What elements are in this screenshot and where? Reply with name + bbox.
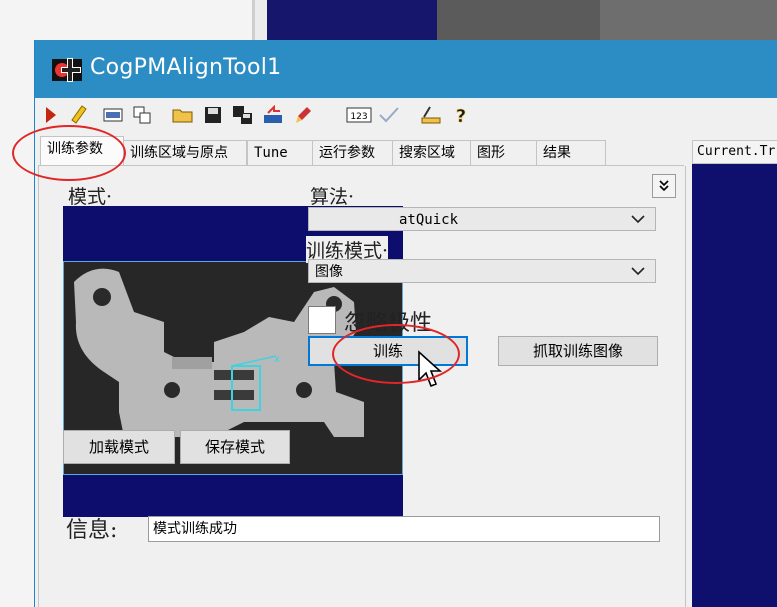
- ruler-icon[interactable]: [420, 104, 442, 126]
- algorithm-value: atQuick: [399, 212, 459, 228]
- chevron-down-icon: [631, 215, 645, 224]
- tab-results[interactable]: 结果: [536, 140, 606, 165]
- help-icon[interactable]: ?: [450, 104, 472, 126]
- svg-text:?: ?: [456, 106, 466, 126]
- tab-train-region-origin[interactable]: 训练区域与原点: [123, 140, 247, 165]
- annotation-circle-tab: [12, 125, 126, 181]
- open-folder-icon[interactable]: [172, 104, 194, 126]
- train-mode-value: 图像: [315, 264, 343, 280]
- tab-run-params[interactable]: 运行参数: [312, 140, 394, 165]
- save-icon[interactable]: [202, 104, 224, 126]
- pattern-label: 模式·: [68, 186, 113, 208]
- grab-train-image-button[interactable]: 抓取训练图像: [498, 336, 658, 366]
- background-strip: [255, 0, 267, 40]
- reset-icon[interactable]: [262, 104, 284, 126]
- run-icon[interactable]: [40, 104, 62, 126]
- algorithm-select[interactable]: atQuick: [308, 207, 656, 231]
- app-logo-icon: [52, 55, 82, 85]
- load-pattern-button[interactable]: 加载模式: [63, 430, 175, 464]
- brush-icon[interactable]: [292, 104, 314, 126]
- ignore-polarity-checkbox[interactable]: [308, 306, 336, 334]
- info-field[interactable]: 模式训练成功: [148, 516, 660, 542]
- multi-save-icon[interactable]: [232, 104, 254, 126]
- algorithm-label: 算法·: [310, 186, 355, 208]
- background-image-area: [267, 0, 437, 40]
- svg-text:x: x: [274, 354, 280, 365]
- background-gray-area-2: [600, 0, 777, 40]
- save-pattern-button[interactable]: 保存模式: [180, 430, 290, 464]
- train-mode-select[interactable]: 图像: [308, 259, 656, 283]
- layout-icon[interactable]: [102, 104, 124, 126]
- right-tab-current-train[interactable]: Current.Tr: [692, 140, 777, 164]
- tab-tune[interactable]: Tune: [247, 140, 313, 165]
- copy-icon[interactable]: [131, 104, 153, 126]
- info-label: 信息:: [66, 518, 118, 543]
- check-icon: [378, 104, 400, 126]
- right-image-display: [692, 164, 777, 607]
- edit-icon[interactable]: [68, 104, 90, 126]
- window-title: CogPMAlignTool1: [90, 55, 282, 80]
- counter-icon[interactable]: 123: [346, 104, 372, 126]
- pattern-image-bottom: [63, 475, 403, 517]
- chevron-down-icon: [631, 267, 645, 276]
- tab-search-region[interactable]: 搜索区域: [392, 140, 472, 165]
- collapse-button[interactable]: [652, 174, 676, 198]
- annotation-circle-train: [332, 324, 460, 384]
- svg-text:123: 123: [350, 112, 367, 122]
- tab-graphics[interactable]: 图形: [470, 140, 538, 165]
